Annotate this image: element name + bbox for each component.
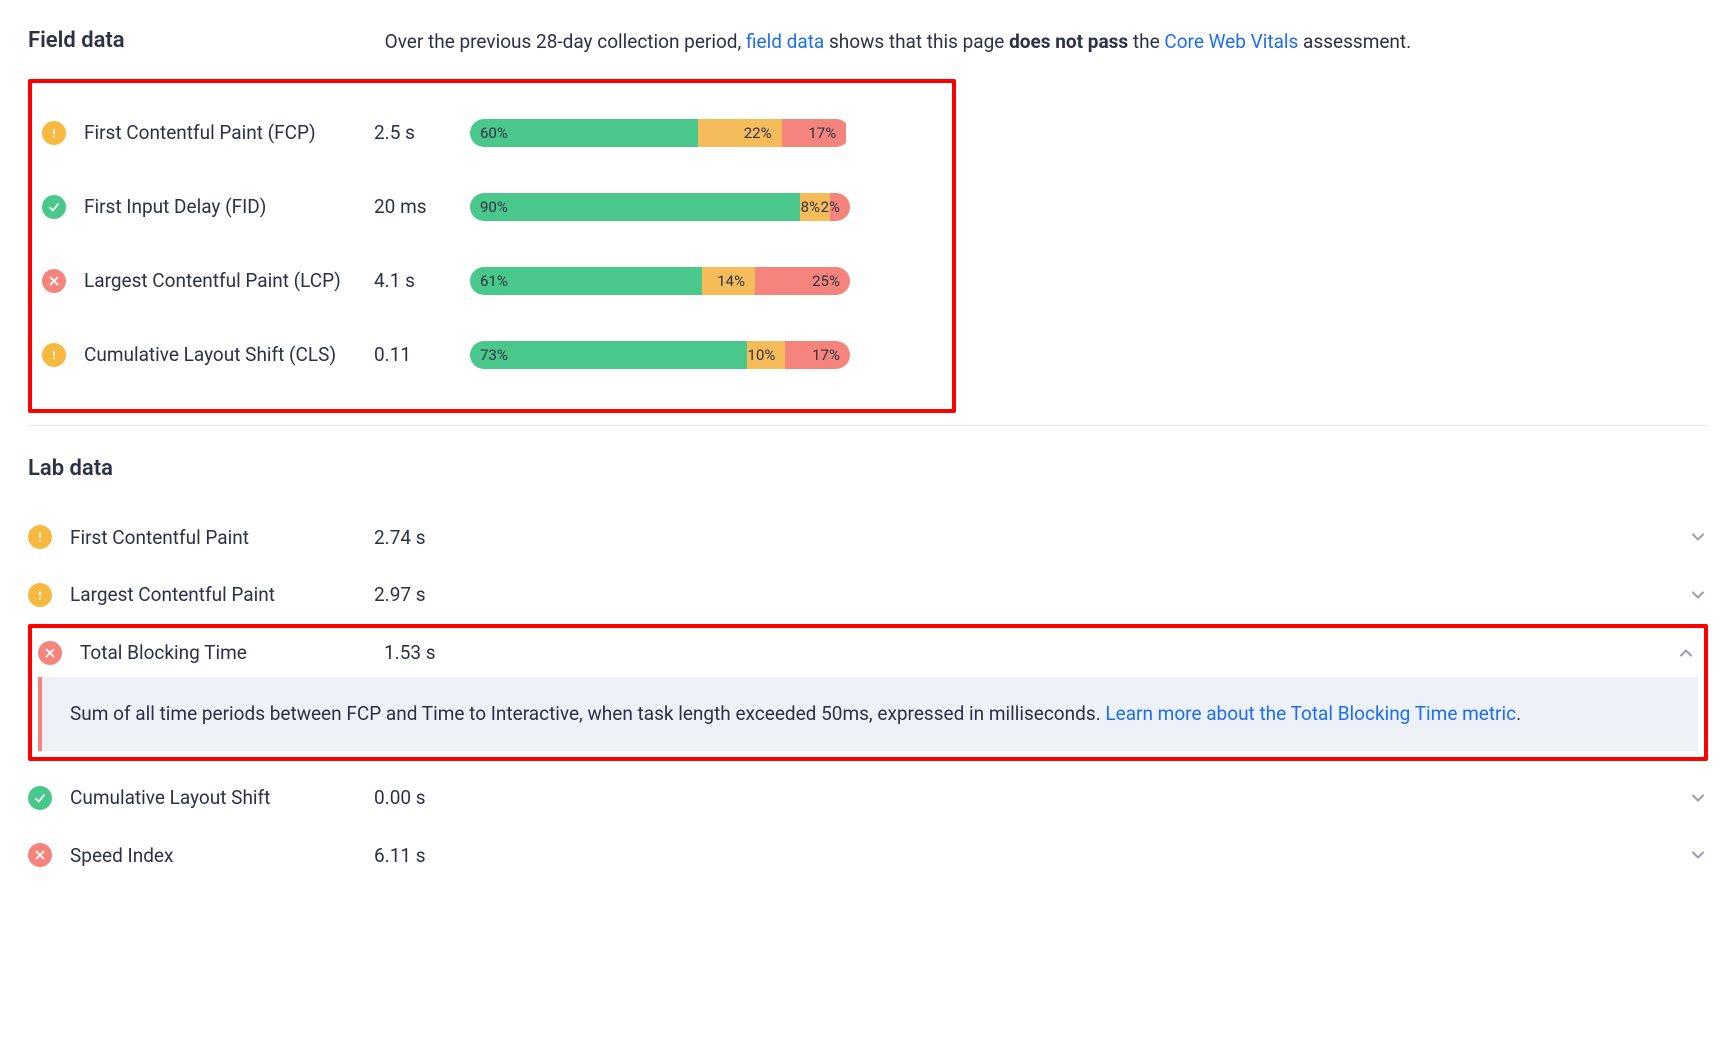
chevron-down-icon[interactable] [1688, 585, 1708, 605]
summary-suffix: assessment. [1298, 30, 1411, 53]
exclamation-icon [42, 121, 66, 145]
section-divider [28, 425, 1708, 426]
dist-poor-segment: 25% [755, 267, 850, 295]
lab-metric-row[interactable]: Total Blocking Time1.53 s [32, 628, 1704, 678]
exclamation-icon [28, 583, 52, 607]
lab-metric-expanded-highlight: Total Blocking Time1.53 s Sum of all time… [28, 624, 1708, 761]
chevron-down-icon[interactable] [1688, 845, 1708, 865]
core-web-vitals-link[interactable]: Core Web Vitals [1164, 30, 1298, 53]
detail-suffix: . [1516, 702, 1521, 725]
dist-poor-segment: 17% [785, 341, 850, 369]
summary-mid1: shows that this page [824, 30, 1009, 53]
field-metric-row: Cumulative Layout Shift (CLS)0.1173%10%1… [42, 325, 938, 385]
metric-name: Cumulative Layout Shift (CLS) [84, 342, 374, 368]
lab-metric-row[interactable]: Cumulative Layout Shift0.00 s [28, 769, 1708, 827]
dist-needs-improvement-segment: 14% [702, 267, 755, 295]
lab-metric-row[interactable]: Speed Index6.11 s [28, 827, 1708, 885]
metric-name: First Input Delay (FID) [84, 194, 374, 220]
metric-detail-panel: Sum of all time periods between FCP and … [38, 677, 1698, 750]
field-metric-row: Largest Contentful Paint (LCP)4.1 s61%14… [42, 251, 938, 311]
exclamation-icon [28, 525, 52, 549]
lab-metric-row[interactable]: Largest Contentful Paint2.97 s [28, 566, 1708, 624]
metric-value: 20 ms [374, 195, 470, 218]
dist-poor-segment: 2% [830, 193, 850, 221]
x-icon [28, 843, 52, 867]
metric-name: First Contentful Paint [70, 525, 374, 551]
metric-value: 1.53 s [384, 641, 436, 664]
metric-value: 2.5 s [374, 121, 470, 144]
chevron-down-icon[interactable] [1688, 527, 1708, 547]
distribution-bar: 90%8%2% [470, 193, 850, 221]
summary-prefix: Over the previous 28-day collection peri… [385, 30, 746, 53]
metric-name: First Contentful Paint (FCP) [84, 120, 374, 146]
exclamation-icon [42, 343, 66, 367]
field-data-header: Field data Over the previous 28-day coll… [28, 28, 1708, 57]
metric-name: Total Blocking Time [80, 640, 384, 666]
field-data-title: Field data [28, 28, 125, 53]
dist-good-segment: 60% [470, 119, 698, 147]
summary-status: does not pass [1009, 30, 1128, 53]
field-data-link[interactable]: field data [746, 30, 824, 53]
check-icon [42, 195, 66, 219]
dist-needs-improvement-segment: 22% [698, 119, 782, 147]
metric-value: 0.11 [374, 343, 470, 366]
dist-good-segment: 90% [470, 193, 800, 221]
lab-data-title: Lab data [28, 456, 1708, 481]
dist-good-segment: 61% [470, 267, 702, 295]
field-metric-row: First Contentful Paint (FCP)2.5 s60%22%1… [42, 103, 938, 163]
dist-needs-improvement-segment: 10% [747, 341, 785, 369]
detail-text: Sum of all time periods between FCP and … [70, 702, 1105, 725]
field-data-highlight-box: First Contentful Paint (FCP)2.5 s60%22%1… [28, 79, 956, 413]
metric-name: Cumulative Layout Shift [70, 785, 374, 811]
metric-name: Speed Index [70, 843, 374, 869]
summary-mid2: the [1128, 30, 1164, 53]
metric-value: 6.11 s [374, 844, 426, 867]
learn-more-link[interactable]: Learn more about the Total Blocking Time… [1105, 702, 1516, 725]
metric-name: Largest Contentful Paint [70, 582, 374, 608]
field-metric-row: First Input Delay (FID)20 ms90%8%2% [42, 177, 938, 237]
x-icon [42, 269, 66, 293]
check-icon [28, 786, 52, 810]
chevron-down-icon[interactable] [1688, 788, 1708, 808]
field-data-summary: Over the previous 28-day collection peri… [385, 28, 1412, 57]
x-icon [38, 641, 62, 665]
metric-value: 4.1 s [374, 269, 470, 292]
lab-data-list: First Contentful Paint2.74 sLargest Cont… [28, 509, 1708, 885]
metric-name: Largest Contentful Paint (LCP) [84, 268, 374, 294]
chevron-up-icon[interactable] [1676, 643, 1696, 663]
dist-good-segment: 73% [470, 341, 747, 369]
distribution-bar: 61%14%25% [470, 267, 850, 295]
distribution-bar: 60%22%17% [470, 119, 850, 147]
dist-poor-segment: 17% [782, 119, 847, 147]
metric-value: 0.00 s [374, 786, 426, 809]
lab-metric-row[interactable]: First Contentful Paint2.74 s [28, 509, 1708, 567]
metric-value: 2.97 s [374, 583, 426, 606]
metric-value: 2.74 s [374, 526, 426, 549]
distribution-bar: 73%10%17% [470, 341, 850, 369]
